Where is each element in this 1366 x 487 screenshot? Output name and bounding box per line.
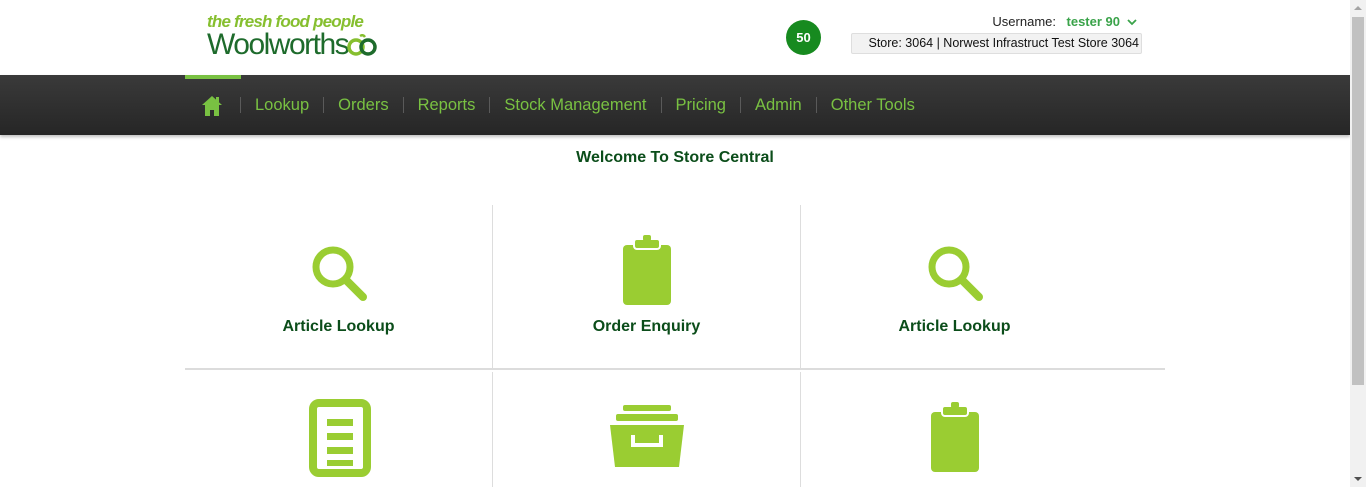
- nav-menu: Lookup Orders Reports Stock Management P…: [240, 75, 929, 135]
- woolworths-logo[interactable]: the fresh food people Woolworths: [207, 12, 377, 61]
- tile-row-divider: [185, 368, 1165, 370]
- clipboard-icon: [623, 235, 671, 305]
- nav-item-lookup[interactable]: Lookup: [240, 97, 323, 113]
- nav-item-admin[interactable]: Admin: [739, 97, 816, 113]
- username-label: Username:: [992, 14, 1056, 29]
- tile-order-enquiry[interactable]: Order Enquiry: [493, 205, 800, 368]
- tile-article-lookup-2[interactable]: Article Lookup: [801, 205, 1108, 368]
- tile-label: Order Enquiry: [592, 318, 701, 335]
- welcome-heading: Welcome To Store Central: [576, 149, 774, 166]
- chevron-down-icon[interactable]: [1126, 16, 1138, 28]
- tile-orders[interactable]: [801, 372, 1108, 487]
- nav-active-indicator: [185, 75, 241, 79]
- main-nav: Lookup Orders Reports Stock Management P…: [0, 75, 1350, 135]
- scroll-down-arrow-icon[interactable]: [1350, 471, 1366, 487]
- tile-label: Article Lookup: [898, 318, 1011, 335]
- store-selector[interactable]: Store: 3064 | Norwest Infrastruct Test S…: [851, 33, 1142, 54]
- scroll-up-arrow-icon[interactable]: [1350, 0, 1366, 16]
- nav-item-stock-management[interactable]: Stock Management: [489, 97, 660, 113]
- scrollbar-thumb[interactable]: [1352, 17, 1364, 385]
- header: the fresh food people Woolworths 50 User…: [0, 0, 1350, 75]
- logo-brand-name: Woolworths: [207, 28, 350, 61]
- nav-item-orders[interactable]: Orders: [323, 97, 402, 113]
- document-list-icon: [309, 399, 371, 477]
- notification-badge[interactable]: 50: [786, 20, 821, 55]
- nav-item-reports[interactable]: Reports: [402, 97, 490, 113]
- tile-reports[interactable]: [185, 372, 492, 487]
- tile-label: Article Lookup: [282, 318, 395, 335]
- tile-grid: Article Lookup Order Enquiry Article Loo…: [185, 205, 1165, 487]
- nav-item-other-tools[interactable]: Other Tools: [815, 97, 929, 113]
- woolworths-mark-icon: [347, 34, 377, 56]
- archive-box-icon: [610, 405, 684, 467]
- search-icon: [312, 246, 367, 301]
- user-menu[interactable]: Username: tester 90: [850, 13, 1142, 31]
- username-value[interactable]: tester 90: [1067, 14, 1120, 29]
- tile-stock-management[interactable]: [493, 372, 800, 487]
- tile-article-lookup[interactable]: Article Lookup: [185, 205, 492, 368]
- nav-item-pricing[interactable]: Pricing: [660, 97, 740, 113]
- search-icon: [928, 246, 983, 301]
- home-icon[interactable]: [201, 95, 223, 117]
- clipboard-icon: [931, 402, 979, 472]
- page: the fresh food people Woolworths 50 User…: [0, 0, 1350, 487]
- vertical-scrollbar[interactable]: [1350, 0, 1366, 487]
